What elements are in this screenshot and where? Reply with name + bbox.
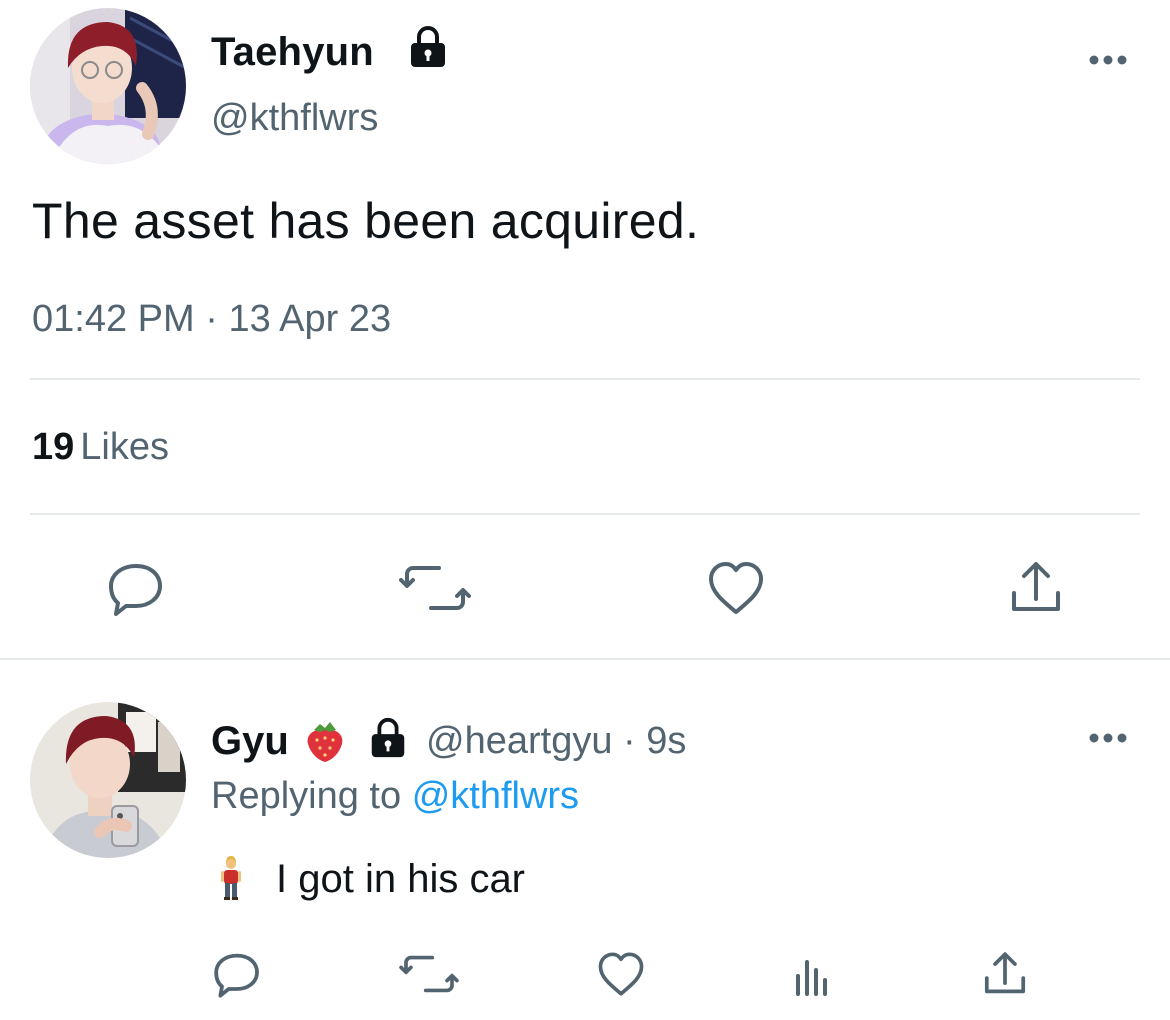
- avatar[interactable]: [30, 702, 186, 858]
- retweet-button[interactable]: [397, 556, 473, 620]
- divider: [30, 513, 1140, 515]
- heart-icon: [709, 562, 763, 614]
- share-icon: [1012, 562, 1060, 611]
- author-name[interactable]: Taehyun: [211, 28, 374, 76]
- reply-handle: @heartgyu: [426, 720, 613, 762]
- tweet-time: 01:42 PM: [32, 298, 195, 340]
- retweet-icon: [399, 955, 459, 993]
- meta-separator: ·: [623, 720, 636, 762]
- reply-button[interactable]: [206, 946, 268, 1002]
- divider: [0, 658, 1170, 660]
- author-handle[interactable]: @kthflwrs: [211, 95, 378, 141]
- share-button[interactable]: [1000, 556, 1072, 620]
- replying-to: Replying to @kthflwrs: [211, 772, 579, 820]
- more-options-icon[interactable]: [1086, 728, 1130, 748]
- heart-icon: [598, 952, 644, 996]
- likes-count: 19: [32, 426, 75, 468]
- tweet-date: 13 Apr 23: [228, 298, 392, 340]
- reply-author-name[interactable]: Gyu: [211, 717, 289, 765]
- share-icon: [984, 952, 1026, 994]
- reply-icon: [109, 564, 162, 616]
- avatar[interactable]: [30, 8, 186, 164]
- likes-summary[interactable]: 19 Likes: [32, 424, 169, 470]
- person-standing-icon: [219, 855, 243, 901]
- reply-time: 9s: [646, 720, 687, 762]
- replying-to-link[interactable]: @kthflwrs: [412, 775, 579, 817]
- views-icon: [796, 960, 827, 996]
- reply-icon: [214, 953, 259, 998]
- reply-button[interactable]: [100, 556, 172, 620]
- strawberry-icon: [304, 718, 346, 764]
- retweet-icon: [399, 566, 471, 610]
- like-button[interactable]: [590, 946, 652, 1002]
- reply-text: I got in his car: [276, 857, 526, 901]
- lock-icon: [366, 716, 410, 760]
- likes-label: Likes: [80, 426, 169, 468]
- reply-handle-time[interactable]: @heartgyu · 9s: [426, 717, 686, 765]
- tweet-text: The asset has been acquired.: [32, 193, 700, 249]
- like-button[interactable]: [700, 556, 772, 620]
- retweet-button[interactable]: [396, 946, 462, 1002]
- replying-prefix: Replying to: [211, 775, 402, 817]
- meta-separator: ·: [205, 298, 218, 340]
- views-button[interactable]: [784, 946, 840, 1002]
- lock-icon: [405, 24, 451, 70]
- tweet-timestamp[interactable]: 01:42 PM · 13 Apr 23: [32, 296, 391, 342]
- share-button[interactable]: [974, 946, 1036, 1002]
- more-options-icon[interactable]: [1086, 50, 1130, 70]
- divider: [30, 378, 1140, 380]
